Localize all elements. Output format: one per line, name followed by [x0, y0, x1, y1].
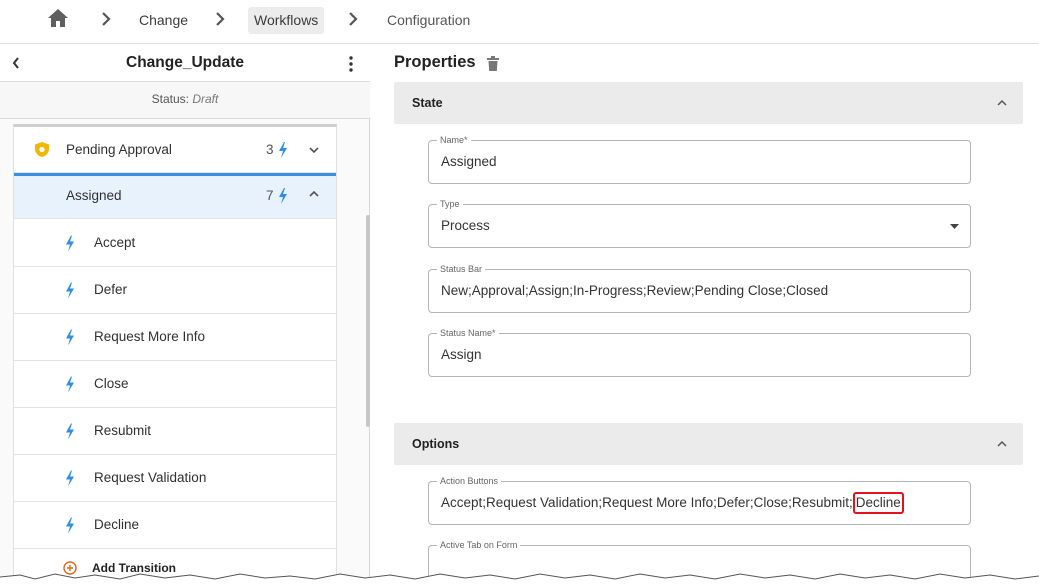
- field-value: Assigned: [441, 154, 497, 169]
- chevron-up-icon[interactable]: [997, 440, 1007, 447]
- transition-item-request-more-info[interactable]: Request More Info: [14, 314, 336, 361]
- section-label: State: [412, 96, 443, 110]
- transition-count: 3: [266, 142, 274, 157]
- chevron-down-icon[interactable]: [309, 146, 319, 154]
- workflow-panel: Change_Update Status: Draft Pending Appr…: [0, 44, 370, 587]
- home-icon[interactable]: [47, 8, 69, 28]
- transition-label: Request More Info: [94, 329, 206, 344]
- transition-label: Accept: [94, 235, 136, 250]
- field-value: New;Approval;Assign;In-Progress;Review;P…: [441, 283, 829, 298]
- torn-edge: [0, 573, 1039, 587]
- section-label: Options: [412, 437, 460, 451]
- properties-panel: Properties State Name* Assigned Type Pro…: [371, 44, 1039, 587]
- lightning-icon: [279, 142, 287, 158]
- chevron-right-icon: [216, 12, 225, 26]
- breadcrumb-workflows[interactable]: Workflows: [248, 7, 325, 34]
- lightning-icon: [66, 517, 74, 534]
- lightning-icon: [66, 376, 74, 393]
- panel-scrollbar[interactable]: [366, 215, 370, 427]
- transition-count: 7: [266, 188, 274, 203]
- chevron-up-icon[interactable]: [997, 99, 1007, 106]
- state-label: Assigned: [66, 188, 122, 203]
- lightning-icon: [66, 470, 74, 487]
- workflow-header: Change_Update: [0, 44, 370, 82]
- transition-item-decline[interactable]: Decline: [14, 502, 336, 549]
- trash-icon[interactable]: [487, 56, 499, 71]
- highlighted-decline: Decline: [852, 492, 904, 514]
- field-value: Process: [441, 218, 490, 233]
- state-item-assigned[interactable]: Assigned 7: [14, 173, 336, 219]
- field-value: Assign: [441, 347, 482, 362]
- shield-icon: [35, 142, 49, 157]
- lightning-icon: [66, 235, 74, 252]
- transition-label: Resubmit: [94, 423, 152, 438]
- chevron-up-icon[interactable]: [309, 190, 319, 198]
- more-options-icon[interactable]: [346, 55, 356, 73]
- state-list: Pending Approval 3 Assigned 7 Accept Def…: [13, 124, 337, 587]
- properties-title: Properties: [394, 53, 476, 71]
- field-label: Active Tab on Form: [437, 539, 521, 551]
- state-section-header[interactable]: State: [394, 82, 1023, 124]
- transition-item-resubmit[interactable]: Resubmit: [14, 408, 336, 455]
- status-name-field[interactable]: Status Name* Assign: [428, 327, 971, 377]
- transition-label: Defer: [94, 282, 128, 297]
- lightning-icon: [279, 188, 287, 204]
- breadcrumb-configuration: Configuration: [387, 12, 471, 28]
- transition-label: Decline: [94, 517, 140, 532]
- options-section-header[interactable]: Options: [394, 423, 1023, 465]
- state-item-pending-approval[interactable]: Pending Approval 3: [14, 127, 336, 173]
- transition-label: Request Validation: [94, 470, 207, 485]
- transition-item-request-validation[interactable]: Request Validation: [14, 455, 336, 502]
- field-value: Accept;Request Validation;Request More I…: [441, 482, 904, 524]
- type-select[interactable]: Type Process: [428, 198, 971, 248]
- lightning-icon: [66, 423, 74, 440]
- action-buttons-value: Accept;Request Validation;Request More I…: [441, 495, 853, 510]
- workflow-title: Change_Update: [126, 54, 244, 71]
- chevron-right-icon: [349, 12, 358, 26]
- status-bar-field[interactable]: Status Bar New;Approval;Assign;In-Progre…: [428, 263, 971, 313]
- top-bar: Change Workflows Configuration: [0, 0, 1039, 44]
- lightning-icon: [66, 282, 74, 299]
- status-label: Status:: [151, 92, 189, 106]
- breadcrumb-change[interactable]: Change: [133, 7, 194, 34]
- transition-label: Close: [94, 376, 129, 391]
- dropdown-arrow-icon[interactable]: [950, 224, 959, 229]
- lightning-icon: [66, 329, 74, 346]
- transition-item-close[interactable]: Close: [14, 361, 336, 408]
- action-buttons-field[interactable]: Action Buttons Accept;Request Validation…: [428, 475, 971, 525]
- status-value: Draft: [192, 92, 219, 106]
- name-field[interactable]: Name* Assigned: [428, 134, 971, 184]
- transition-item-accept[interactable]: Accept: [14, 220, 336, 267]
- transition-item-defer[interactable]: Defer: [14, 267, 336, 314]
- state-label: Pending Approval: [66, 142, 172, 157]
- chevron-right-icon: [102, 12, 111, 26]
- workflow-status: Status: Draft: [0, 82, 370, 119]
